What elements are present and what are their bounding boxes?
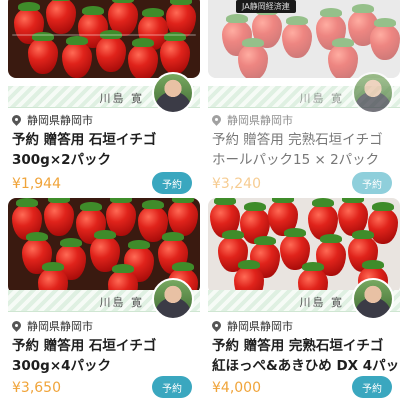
listing-grid: 川島 寛 静岡県静岡市 予約 贈答用 石垣イチゴ 300g×2パック ¥1,94…: [0, 0, 400, 400]
seller-name: 川島 寛: [299, 92, 344, 105]
title-line-2: ホールパック15 × 2パック: [212, 152, 380, 168]
listing-card[interactable]: 川島 寛 静岡県静岡市 予約 贈答用 石垣イチゴ 300g×4パック ¥3,65…: [8, 198, 200, 400]
box-label: JA静岡経済連: [236, 0, 296, 13]
title-line-1: 予約 贈答用 完熟石垣イチゴ: [212, 338, 384, 354]
reserve-button[interactable]: 予約: [152, 172, 192, 194]
location: 静岡県静岡市: [212, 112, 293, 128]
location: 静岡県静岡市: [212, 318, 293, 334]
product-title[interactable]: 予約 贈答用 石垣イチゴ 300g×4パック: [12, 336, 198, 376]
location-pin-icon: [12, 321, 21, 332]
seller-avatar[interactable]: [152, 72, 194, 114]
title-line-2: 300g×4パック: [12, 358, 112, 374]
location-text: 静岡県静岡市: [227, 320, 293, 333]
listing-card[interactable]: JA静岡経済連 川島 寛 静岡県静岡市 予約 贈答用 完熟石垣イチゴ ホールパッ…: [208, 0, 400, 198]
product-photo[interactable]: [8, 0, 200, 78]
product-title[interactable]: 予約 贈答用 石垣イチゴ 300g×2パック: [12, 130, 198, 170]
product-title[interactable]: 予約 贈答用 完熟石垣イチゴ 紅ほっぺ&あきひめ DX 4パッ: [212, 336, 398, 376]
listing-card[interactable]: 川島 寛 静岡県静岡市 予約 贈答用 完熟石垣イチゴ 紅ほっぺ&あきひめ DX …: [208, 198, 400, 400]
price: ¥1,944: [12, 176, 61, 192]
title-line-1: 予約 贈答用 石垣イチゴ: [12, 132, 157, 148]
location-text: 静岡県静岡市: [227, 114, 293, 127]
title-line-1: 予約 贈答用 石垣イチゴ: [12, 338, 157, 354]
location-pin-icon: [212, 321, 221, 332]
price: ¥4,000: [212, 380, 261, 396]
location: 静岡県静岡市: [12, 112, 93, 128]
seller-name: 川島 寛: [99, 92, 144, 105]
price: ¥3,240: [212, 176, 261, 192]
location: 静岡県静岡市: [12, 318, 93, 334]
title-line-1: 予約 贈答用 完熟石垣イチゴ: [212, 132, 383, 148]
seller-name: 川島 寛: [99, 296, 144, 309]
product-photo[interactable]: JA静岡経済連: [208, 0, 400, 78]
location-pin-icon: [12, 115, 21, 126]
location-text: 静岡県静岡市: [27, 320, 93, 333]
product-title[interactable]: 予約 贈答用 完熟石垣イチゴ ホールパック15 × 2パック: [212, 130, 398, 170]
location-text: 静岡県静岡市: [27, 114, 93, 127]
title-line-2: 300g×2パック: [12, 152, 112, 168]
reserve-button[interactable]: 予約: [352, 172, 392, 194]
seller-avatar[interactable]: [352, 278, 394, 320]
seller-avatar[interactable]: [152, 278, 194, 320]
location-pin-icon: [212, 115, 221, 126]
reserve-button[interactable]: 予約: [352, 376, 392, 398]
title-line-2: 紅ほっぺ&あきひめ DX 4パッ: [212, 358, 398, 374]
seller-name: 川島 寛: [299, 296, 344, 309]
seller-avatar[interactable]: [352, 72, 394, 114]
listing-card[interactable]: 川島 寛 静岡県静岡市 予約 贈答用 石垣イチゴ 300g×2パック ¥1,94…: [8, 0, 200, 198]
reserve-button[interactable]: 予約: [152, 376, 192, 398]
price: ¥3,650: [12, 380, 61, 396]
